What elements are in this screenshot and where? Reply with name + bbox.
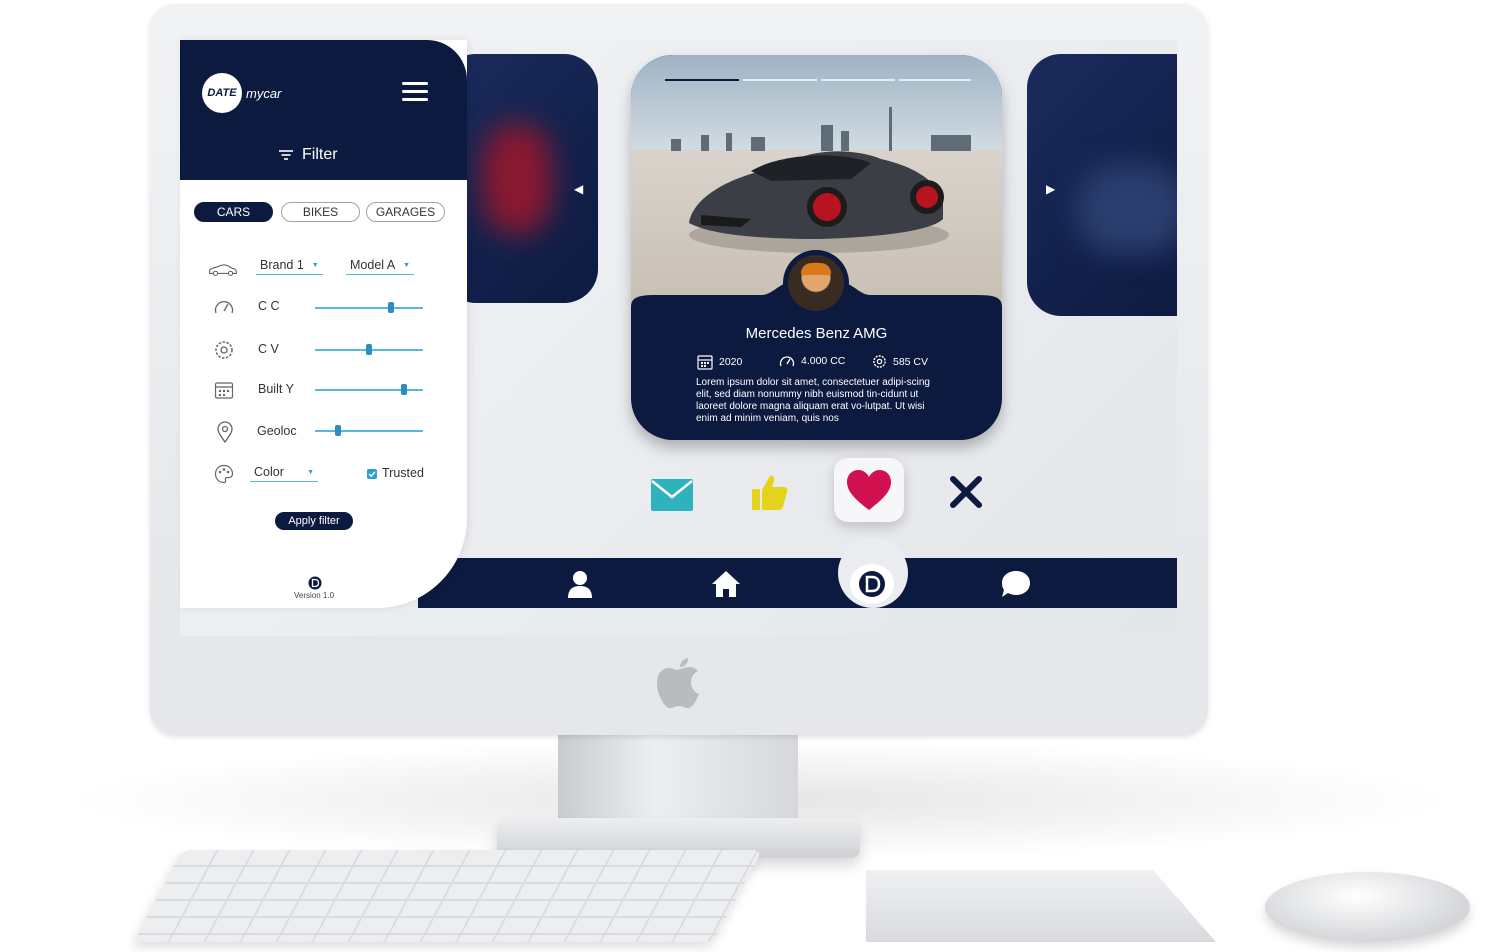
tab-garages[interactable]: GARAGES [366, 202, 445, 222]
filter-title: Filter [302, 146, 338, 163]
slider-cv[interactable] [315, 344, 423, 355]
home-icon [712, 571, 740, 597]
slider-label-cc: C C [258, 299, 280, 313]
location-pin-icon [217, 421, 233, 443]
filter-heading: Filter [278, 146, 338, 164]
car-icon [209, 264, 237, 276]
close-icon [950, 476, 982, 508]
trackpad [866, 870, 1216, 942]
avatar-cap [801, 263, 831, 275]
photo-progress-3 [821, 79, 895, 81]
photo-progress-4 [899, 79, 971, 81]
slider-label-geoloc: Geoloc [257, 424, 297, 438]
slider-geoloc[interactable] [315, 425, 423, 436]
slider-cc[interactable] [315, 302, 423, 313]
color-value: Color [254, 465, 284, 479]
logo-badge: DATE [202, 73, 242, 113]
car-card[interactable]: Mercedes Benz AMG 2020 4.000 CC 585 CV L… [631, 55, 1002, 440]
nav-profile[interactable] [567, 570, 593, 598]
previous-car-image [482, 124, 552, 234]
tab-cars[interactable]: CARS [194, 202, 273, 222]
palette-icon [214, 464, 234, 484]
menu-icon[interactable] [402, 82, 428, 102]
slider-thumb[interactable] [366, 344, 372, 355]
profile-icon [568, 571, 592, 598]
logo-text: mycar [246, 86, 282, 101]
slider-thumb[interactable] [334, 425, 341, 436]
speedometer-icon [214, 300, 234, 314]
previous-arrow-icon[interactable]: ◀ [574, 182, 583, 196]
car-description: Lorem ipsum dolor sit amet, consectetuer… [696, 377, 930, 424]
speedometer-icon [779, 356, 795, 367]
filter-icon [279, 150, 293, 160]
chevron-down-icon: ▼ [403, 261, 411, 269]
next-arrow-icon[interactable]: ▶ [1046, 182, 1055, 196]
slider-built-year[interactable] [315, 384, 423, 395]
color-select[interactable]: Color ▼ [250, 465, 318, 482]
car-title: Mercedes Benz AMG [745, 325, 888, 342]
sidebar-header: DATE mycar Filter [180, 40, 467, 180]
check-icon [368, 471, 376, 478]
slider-label-built-year: Built Y [258, 382, 294, 396]
message-button[interactable] [650, 475, 694, 515]
chevron-down-icon: ▼ [311, 261, 319, 269]
photo-progress-1 [665, 79, 739, 81]
trusted-label: Trusted [382, 466, 424, 480]
dislike-button[interactable] [944, 470, 988, 514]
calendar-icon [214, 382, 234, 399]
slider-thumb[interactable] [387, 302, 394, 313]
date-logo-icon [859, 571, 885, 597]
photo-progress-2 [743, 79, 817, 81]
nav-home[interactable] [711, 570, 741, 598]
thumbs-up-icon [752, 475, 788, 510]
nav-date-active[interactable] [850, 564, 894, 604]
favorite-button[interactable] [834, 458, 904, 522]
slider-label-cv: C V [258, 342, 279, 356]
mail-icon [651, 479, 693, 511]
monitor-stand-neck [558, 735, 798, 830]
stat-cc: 4.000 CC [779, 354, 845, 368]
brand-value: Brand 1 [260, 258, 304, 272]
calendar-icon [697, 355, 713, 370]
keyboard [133, 850, 763, 942]
model-value: Model A [350, 258, 396, 272]
version-label: Version 1.0 [293, 591, 335, 600]
gear-icon [215, 341, 233, 359]
chat-icon [1002, 571, 1030, 597]
stat-year-value: 2020 [719, 356, 743, 368]
bottom-nav [418, 558, 1177, 608]
tab-bikes[interactable]: BIKES [281, 202, 360, 222]
model-select[interactable]: Model A ▼ [346, 258, 415, 275]
nav-chat[interactable] [1001, 569, 1031, 599]
next-car-image [1077, 164, 1177, 254]
stat-cc-value: 4.000 CC [801, 355, 846, 367]
owner-avatar[interactable] [788, 255, 844, 311]
brand-select[interactable]: Brand 1 ▼ [256, 258, 323, 275]
next-car-card[interactable]: ▶ [1027, 54, 1177, 316]
chevron-down-icon: ▼ [307, 468, 314, 476]
like-button[interactable] [748, 470, 792, 516]
stat-cv: 585 CV [872, 354, 928, 369]
stat-year: 2020 [697, 354, 742, 370]
apple-logo-icon [657, 658, 699, 708]
filter-sidebar: DATE mycar Filter CARS BIKES GARAGES Bra… [180, 40, 467, 608]
mouse [1265, 872, 1470, 942]
apply-filter-button[interactable]: Apply filter [275, 512, 353, 530]
gear-icon [873, 355, 886, 368]
date-logo-icon [308, 576, 322, 590]
stat-cv-value: 585 CV [893, 355, 929, 368]
slider-thumb[interactable] [400, 384, 407, 395]
trusted-checkbox[interactable] [367, 469, 377, 479]
heart-icon [847, 470, 891, 510]
